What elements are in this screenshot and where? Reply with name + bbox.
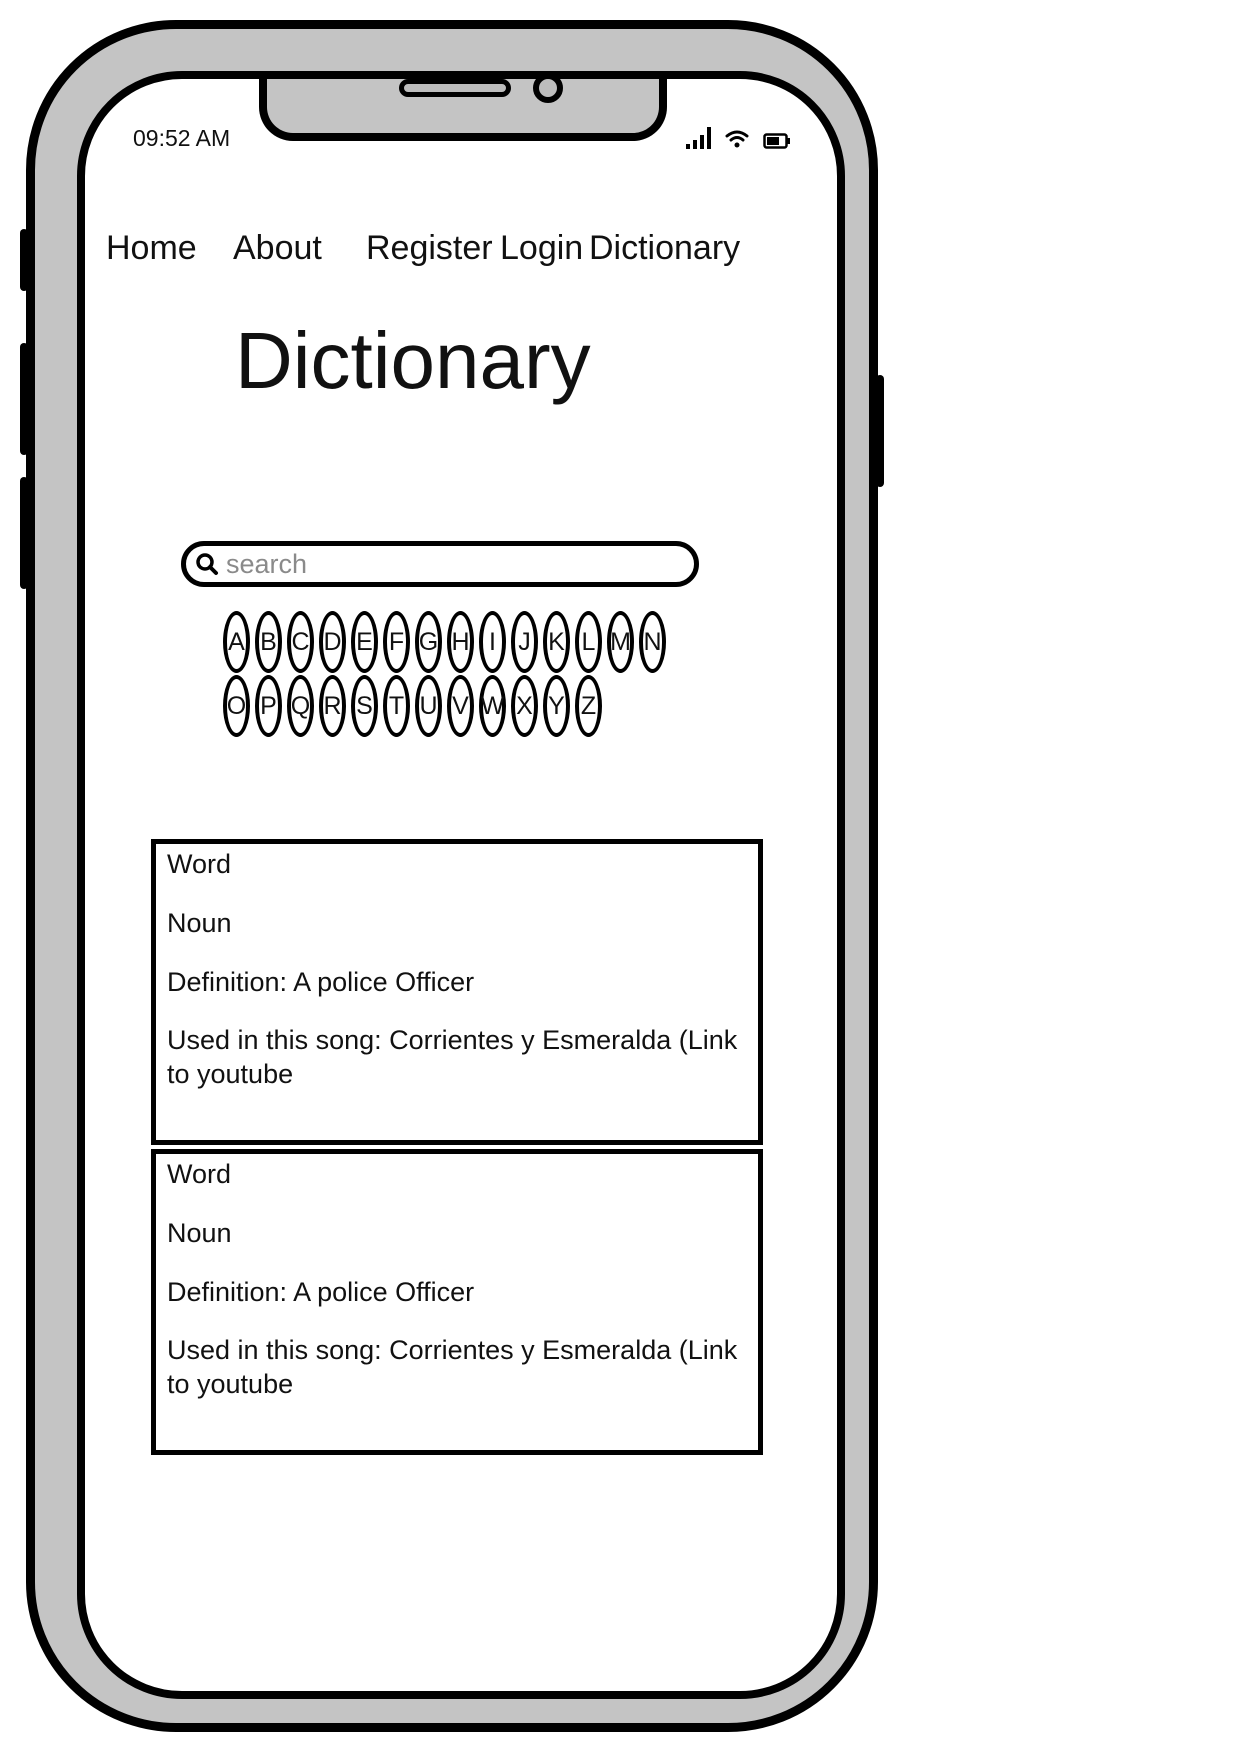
wifi-icon (725, 130, 749, 148)
letter-m[interactable]: M (607, 611, 634, 673)
letter-b[interactable]: B (255, 611, 282, 673)
side-button-silent (20, 229, 28, 291)
letter-l[interactable]: L (575, 611, 602, 673)
status-time: 09:52 AM (133, 125, 231, 151)
entry-word: Word (167, 849, 232, 879)
nav-about[interactable]: About (233, 229, 322, 268)
entry-definition: Definition: A police Officer (167, 966, 475, 997)
letter-w[interactable]: W (479, 675, 506, 737)
letter-n[interactable]: N (639, 611, 666, 673)
side-button-volume-up (20, 343, 28, 455)
entry-definition: Definition: A police Officer (167, 1276, 475, 1307)
search-input[interactable] (226, 548, 666, 580)
letter-a[interactable]: A (223, 611, 250, 673)
nav-dictionary[interactable]: Dictionary (589, 229, 740, 268)
nav-login[interactable]: Login (500, 229, 583, 268)
search-bar[interactable] (181, 541, 699, 587)
entry-word: Word (167, 1159, 232, 1189)
status-icons (686, 127, 791, 149)
side-button-power (876, 375, 884, 487)
letter-o[interactable]: O (223, 675, 250, 737)
letter-z[interactable]: Z (575, 675, 602, 737)
nav-register[interactable]: Register (366, 229, 493, 268)
nav-home[interactable]: Home (106, 229, 197, 268)
entry-part-of-speech: Noun (167, 907, 232, 938)
letter-p[interactable]: P (255, 675, 282, 737)
letter-y[interactable]: Y (543, 675, 570, 737)
battery-icon (763, 133, 790, 149)
letter-row-1: A B C D E F G H I J K L M N (223, 611, 671, 673)
letter-d[interactable]: D (319, 611, 346, 673)
letter-row-2: O P Q R S T U V W X Y Z (223, 675, 607, 737)
signal-icon (686, 127, 711, 149)
dictionary-entry-card: Word Noun Definition: A police Officer U… (151, 839, 763, 1145)
notch (259, 79, 667, 141)
letter-v[interactable]: V (447, 675, 474, 737)
letter-j[interactable]: J (511, 611, 538, 673)
page-title: Dictionary (235, 316, 591, 405)
letter-u[interactable]: U (415, 675, 442, 737)
front-camera (533, 79, 563, 103)
entry-song-link[interactable]: Used in this song: Corrientes y Esmerald… (167, 1334, 748, 1402)
phone-screen: 09:52 AM Home About Register Login Dicti… (77, 71, 845, 1699)
letter-s[interactable]: S (351, 675, 378, 737)
letter-t[interactable]: T (383, 675, 410, 737)
letter-r[interactable]: R (319, 675, 346, 737)
entry-song-link[interactable]: Used in this song: Corrientes y Esmerald… (167, 1024, 748, 1092)
letter-x[interactable]: X (511, 675, 538, 737)
dictionary-entry-card: Word Noun Definition: A police Officer U… (151, 1149, 763, 1455)
letter-h[interactable]: H (447, 611, 474, 673)
letter-c[interactable]: C (287, 611, 314, 673)
letter-i[interactable]: I (479, 611, 506, 673)
letter-k[interactable]: K (543, 611, 570, 673)
phone-frame: 09:52 AM Home About Register Login Dicti… (20, 20, 884, 1732)
letter-q[interactable]: Q (287, 675, 314, 737)
search-icon (196, 553, 218, 575)
main-nav: Home About Register Login Dictionary (85, 229, 837, 287)
letter-g[interactable]: G (415, 611, 442, 673)
side-button-volume-down (20, 477, 28, 589)
letter-f[interactable]: F (383, 611, 410, 673)
letter-e[interactable]: E (351, 611, 378, 673)
entry-part-of-speech: Noun (167, 1217, 232, 1248)
speaker-grille (399, 79, 511, 97)
